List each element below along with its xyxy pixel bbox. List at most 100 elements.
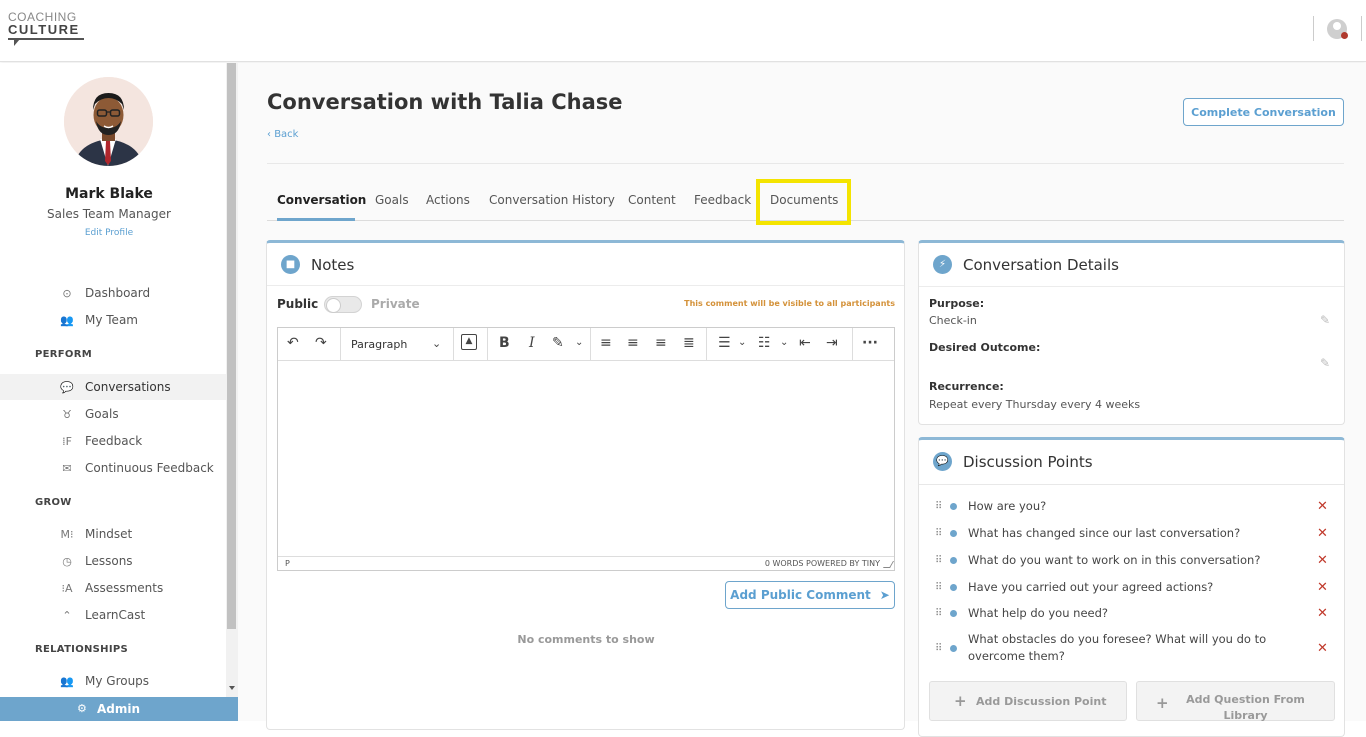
- discussion-point-item[interactable]: ⠿ Have you carried out your agreed actio…: [929, 579, 1334, 596]
- notes-icon: ■: [281, 255, 300, 274]
- insert-image-icon[interactable]: ▲: [461, 334, 477, 350]
- divider: [919, 286, 1344, 287]
- tab-goals[interactable]: Goals: [375, 193, 409, 207]
- tab-feedback[interactable]: Feedback: [694, 193, 751, 207]
- goals-icon: ♉: [62, 407, 72, 421]
- tab-actions[interactable]: Actions: [426, 193, 470, 207]
- discussion-point-item[interactable]: ⠿ How are you? ✕: [929, 498, 1334, 515]
- align-center-icon[interactable]: ≡: [627, 335, 639, 351]
- tab-content[interactable]: Content: [628, 193, 676, 207]
- align-right-icon[interactable]: ≡: [655, 335, 667, 351]
- align-left-icon[interactable]: ≡: [600, 335, 612, 351]
- profile-avatar: [64, 77, 153, 166]
- sidebar-item-label: Dashboard: [85, 286, 151, 300]
- sidebar-item-label: Conversations: [85, 380, 171, 394]
- bullet-dot: [950, 584, 957, 591]
- chevron-down-icon[interactable]: ⌄: [575, 337, 583, 348]
- edit-outcome-pencil-icon[interactable]: ✎: [1320, 356, 1330, 370]
- remove-icon[interactable]: ✕: [1317, 526, 1328, 541]
- drag-handle-icon[interactable]: ⠿: [935, 555, 942, 566]
- groups-icon: 👥: [60, 674, 74, 688]
- align-justify-icon[interactable]: ≣: [683, 335, 695, 351]
- section-grow: GROW: [35, 497, 72, 508]
- tab-conversation-history[interactable]: Conversation History: [489, 193, 615, 207]
- conversation-details-title: Conversation Details: [963, 256, 1119, 274]
- sidebar-item-lessons[interactable]: ◷ Lessons: [0, 548, 226, 574]
- back-label: Back: [274, 129, 299, 140]
- drag-handle-icon[interactable]: ⠿: [935, 528, 942, 539]
- discussion-point-item[interactable]: ⠿ What do you want to work on in this co…: [929, 552, 1334, 569]
- add-question-from-library-button[interactable]: + Add Question From Library: [1136, 681, 1335, 722]
- sidebar-item-my-team[interactable]: 👥 My Team: [0, 307, 226, 333]
- remove-icon[interactable]: ✕: [1317, 641, 1328, 656]
- sidebar-scrollbar-thumb[interactable]: [227, 63, 236, 629]
- coaching-culture-logo[interactable]: COACHING CULTURE: [8, 11, 88, 47]
- drag-handle-icon[interactable]: ⠿: [935, 643, 942, 654]
- sidebar-item-mindset[interactable]: M⁝ Mindset: [0, 521, 226, 547]
- add-public-comment-button[interactable]: Add Public Comment ➤: [725, 581, 895, 609]
- undo-icon[interactable]: ↶: [287, 335, 299, 351]
- outdent-icon[interactable]: ⇤: [799, 335, 811, 351]
- public-label: Public: [277, 297, 319, 311]
- redo-icon[interactable]: ↷: [315, 335, 327, 351]
- indent-icon[interactable]: ⇥: [826, 335, 838, 351]
- drag-handle-icon[interactable]: ⠿: [935, 582, 942, 593]
- podcast-icon: ⌃: [62, 608, 72, 622]
- sidebar-item-my-groups[interactable]: 👥 My Groups: [0, 668, 226, 694]
- remove-icon[interactable]: ✕: [1317, 499, 1328, 514]
- page-title: Conversation with Talia Chase: [267, 90, 623, 114]
- rich-text-editor[interactable]: ↶ ↷ Paragraph ⌄ ▲ B I ✎ ⌄ ≡ ≡ ≡ ≣ ☰ ⌄ ☷ …: [277, 327, 895, 571]
- sidebar-item-dashboard[interactable]: ⊙ Dashboard: [0, 280, 226, 306]
- sidebar-item-assessments[interactable]: ⁝A Assessments: [0, 575, 226, 601]
- drag-handle-icon[interactable]: ⠿: [935, 501, 942, 512]
- add-comment-label: Add Public Comment: [730, 588, 871, 602]
- add-question-label: Add Question From Library: [1186, 693, 1305, 722]
- add-discussion-point-button[interactable]: + Add Discussion Point: [929, 681, 1127, 721]
- sidebar-item-goals[interactable]: ♉ Goals: [0, 401, 226, 427]
- chevron-down-icon[interactable]: ⌄: [738, 337, 746, 348]
- sidebar-item-conversations[interactable]: 💬 Conversations: [0, 374, 226, 400]
- profile-name: Mark Blake: [65, 186, 153, 202]
- dashboard-icon: ⊙: [62, 286, 72, 300]
- no-comments-message: No comments to show: [517, 633, 655, 646]
- divider: [267, 285, 904, 286]
- discussion-point-item[interactable]: ⠿ What has changed since our last conver…: [929, 525, 1334, 542]
- scroll-down-arrow-icon[interactable]: [229, 686, 235, 690]
- chevron-down-icon[interactable]: ⌄: [432, 337, 441, 350]
- resize-handle-icon[interactable]: [882, 561, 895, 568]
- add-discussion-point-label: Add Discussion Point: [976, 695, 1107, 708]
- remove-icon[interactable]: ✕: [1317, 553, 1328, 568]
- remove-icon[interactable]: ✕: [1317, 580, 1328, 595]
- chevron-down-icon[interactable]: ⌄: [780, 337, 788, 348]
- profile-role: Sales Team Manager: [47, 207, 171, 221]
- highlight-color-icon[interactable]: ✎: [552, 335, 564, 351]
- discussion-point-item[interactable]: ⠿ What help do you need? ✕: [929, 605, 1334, 622]
- visibility-toggle[interactable]: [324, 296, 362, 313]
- bold-icon[interactable]: B: [499, 335, 510, 351]
- send-icon: ➤: [879, 588, 890, 602]
- bullet-list-icon[interactable]: ☰: [718, 335, 731, 351]
- remove-icon[interactable]: ✕: [1317, 606, 1328, 621]
- discussion-point-item[interactable]: ⠿ What obstacles do you foresee? What wi…: [929, 631, 1334, 665]
- back-link[interactable]: ‹ Back: [267, 129, 298, 140]
- chat-icon: 💬: [60, 380, 74, 394]
- sidebar-item-continuous-feedback[interactable]: ✉ Continuous Feedback: [0, 455, 226, 481]
- edit-purpose-pencil-icon[interactable]: ✎: [1320, 313, 1330, 327]
- sidebar-item-feedback[interactable]: ⁞F Feedback: [0, 428, 226, 454]
- tab-conversation[interactable]: Conversation: [277, 193, 366, 207]
- sidebar-item-admin[interactable]: ⚙ Admin: [0, 697, 238, 721]
- bullet-dot: [950, 644, 957, 652]
- italic-icon[interactable]: I: [529, 335, 535, 351]
- drag-handle-icon[interactable]: ⠿: [935, 608, 942, 619]
- team-icon: 👥: [60, 313, 74, 327]
- more-options-icon[interactable]: ···: [862, 335, 878, 351]
- numbered-list-icon[interactable]: ☷: [758, 335, 771, 351]
- section-perform: PERFORM: [35, 349, 92, 360]
- gear-icon: ⚙: [77, 702, 87, 715]
- private-label: Private: [371, 297, 420, 311]
- complete-conversation-button[interactable]: Complete Conversation: [1183, 98, 1344, 126]
- paragraph-select[interactable]: Paragraph: [351, 338, 407, 351]
- edit-profile-link[interactable]: Edit Profile: [0, 228, 218, 238]
- sidebar-item-learncast[interactable]: ⌃ LearnCast: [0, 602, 226, 628]
- feedback-icon: ⁞F: [62, 434, 72, 448]
